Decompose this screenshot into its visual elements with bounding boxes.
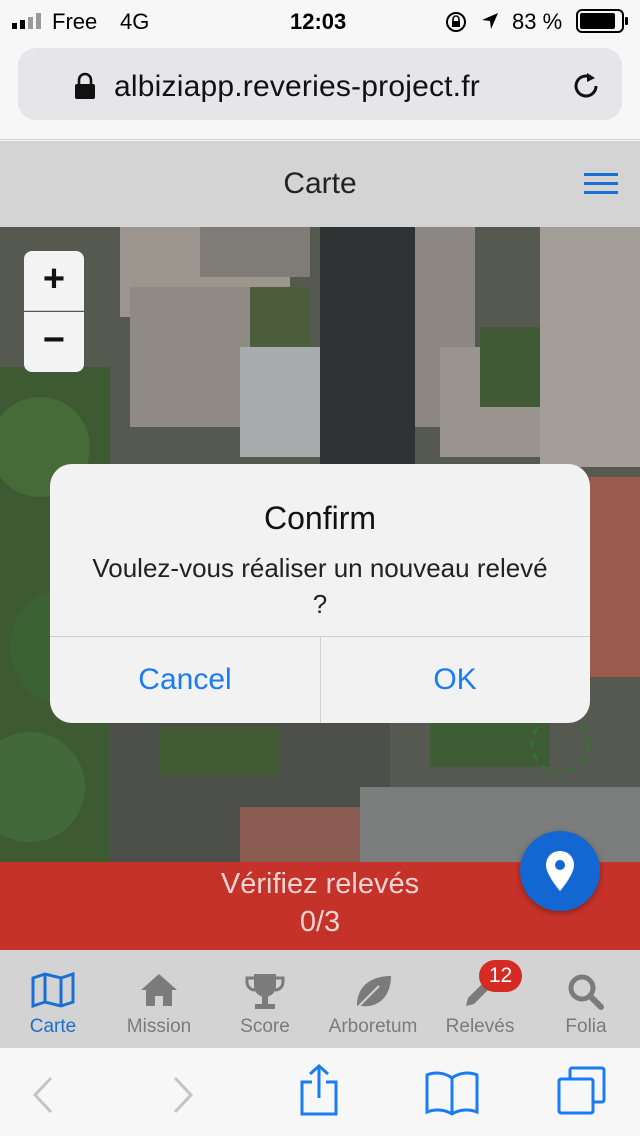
location-arrow-icon — [482, 13, 498, 29]
confirm-dialog: Confirm Voulez-vous réaliser un nouveau … — [50, 464, 590, 723]
search-icon — [568, 974, 604, 1010]
leaf-icon — [356, 976, 391, 1009]
battery-percent: 83 % — [512, 9, 563, 34]
hamburger-menu-icon[interactable] — [584, 171, 618, 197]
notification-badge: 12 — [479, 960, 522, 992]
network-label: 4G — [120, 9, 150, 34]
tab-bar: Carte Mission Score Arboretum Relevés Fo… — [0, 950, 640, 1047]
trophy-icon — [245, 974, 285, 1009]
map-icon — [31, 972, 75, 1008]
tab-folia[interactable]: Folia — [532, 950, 640, 1047]
tab-label: Score — [240, 1016, 290, 1037]
tab-carte[interactable]: Carte — [0, 950, 106, 1047]
browser-address-area: albiziapp.reveries-project.fr — [0, 42, 640, 140]
address-bar[interactable]: albiziapp.reveries-project.fr — [18, 48, 622, 120]
browser-toolbar — [0, 1047, 640, 1136]
tab-label: Relevés — [445, 1016, 515, 1037]
clock: 12:03 — [290, 9, 347, 34]
bookmarks-icon[interactable] — [424, 1070, 480, 1116]
page-title: Carte — [283, 167, 357, 200]
zoom-in-button[interactable]: + — [24, 251, 84, 311]
back-icon[interactable] — [32, 1076, 54, 1114]
home-icon — [141, 974, 177, 1006]
status-bar: Free 4G 12:03 83 % — [0, 0, 640, 42]
tab-label: Arboretum — [328, 1016, 418, 1037]
app-header: Carte — [0, 141, 640, 227]
battery-icon — [576, 9, 628, 33]
tab-score[interactable]: Score — [212, 950, 318, 1047]
location-pin-icon — [546, 851, 574, 891]
tab-mission[interactable]: Mission — [106, 950, 212, 1047]
tab-label: Folia — [565, 1016, 607, 1037]
zoom-out-button[interactable]: − — [24, 312, 84, 372]
signal-icon — [12, 13, 41, 29]
tab-arboretum[interactable]: Arboretum — [318, 950, 428, 1047]
tab-label: Mission — [126, 1016, 192, 1037]
reload-icon[interactable] — [570, 70, 602, 102]
add-observation-button[interactable] — [520, 831, 600, 911]
tab-label: Carte — [29, 1016, 77, 1037]
ok-button[interactable]: OK — [320, 636, 590, 723]
lock-icon — [75, 72, 95, 99]
url-text: albiziapp.reveries-project.fr — [114, 70, 480, 103]
dialog-message: Voulez-vous réaliser un nouveau relevé ? — [92, 553, 548, 619]
verify-count: 0/3 — [299, 906, 341, 938]
carrier-label: Free — [52, 9, 98, 34]
forward-icon[interactable] — [172, 1076, 194, 1114]
dialog-title: Confirm — [263, 500, 376, 536]
cancel-button[interactable]: Cancel — [50, 636, 320, 723]
rotation-lock-icon — [446, 12, 466, 32]
tabs-icon[interactable] — [556, 1066, 608, 1116]
share-icon[interactable] — [298, 1064, 340, 1116]
